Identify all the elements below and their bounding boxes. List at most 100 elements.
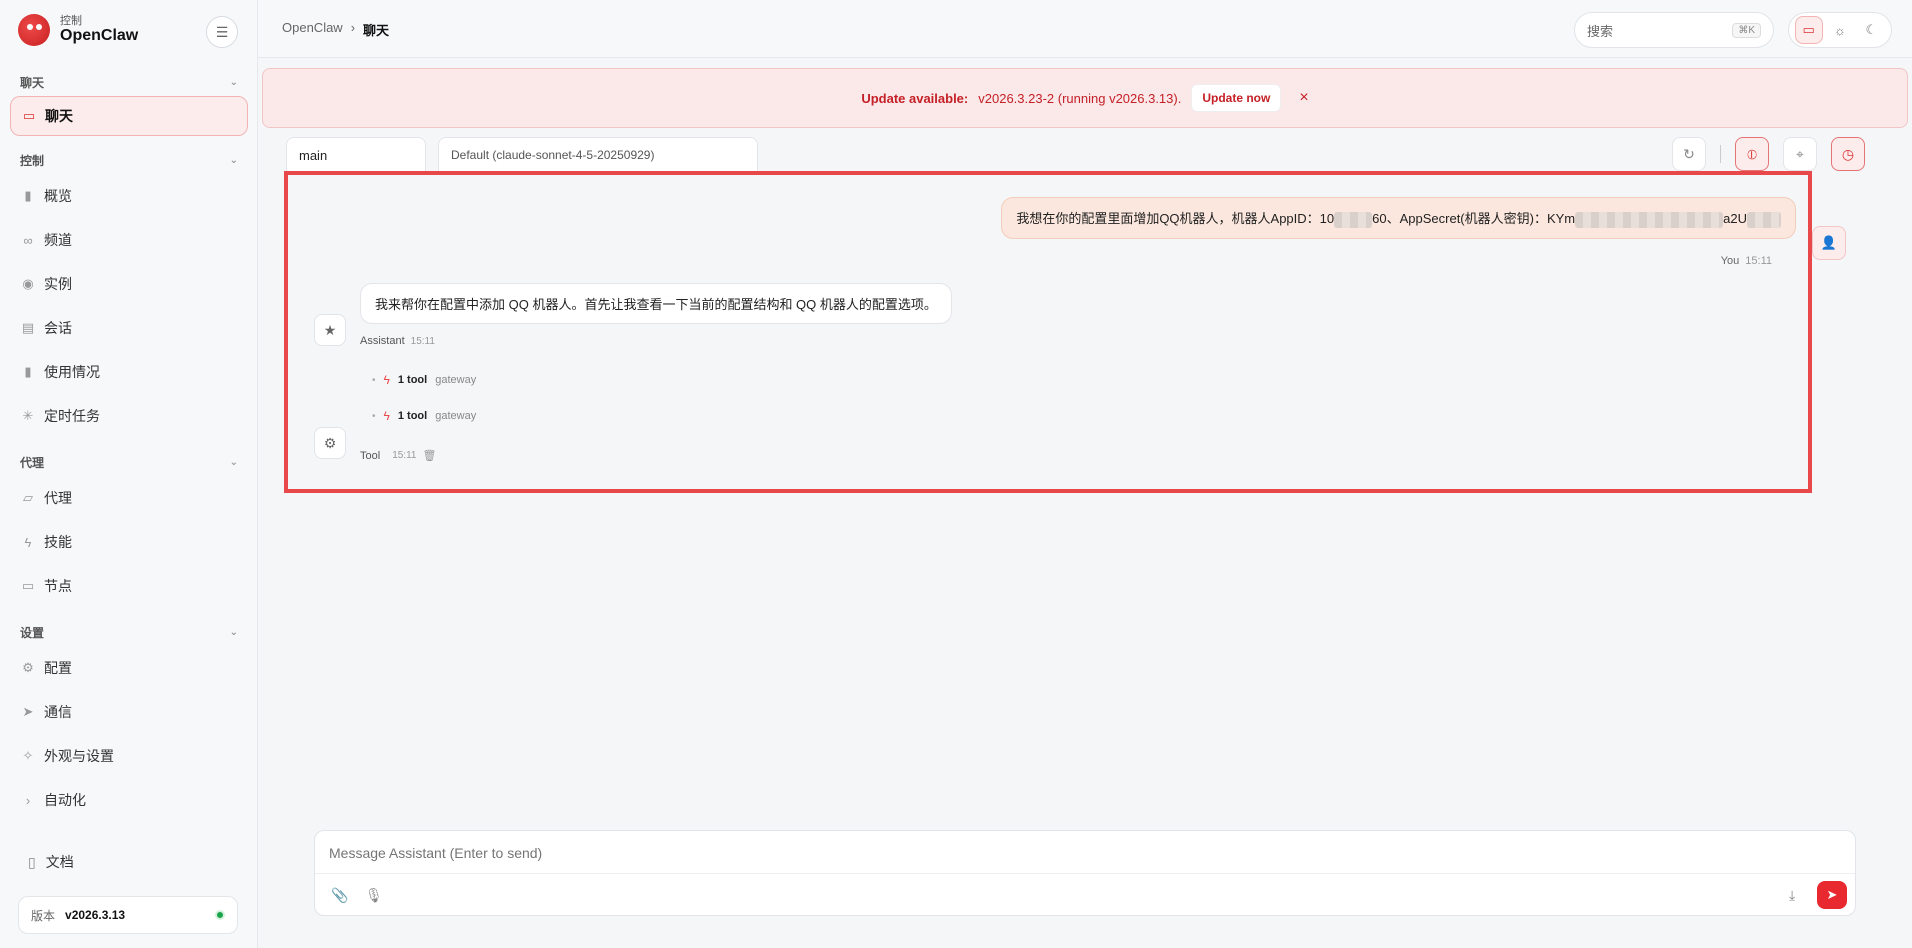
sidebar-item-instances[interactable]: ◉ 实例 [10, 262, 248, 306]
radio-icon: ◉ [22, 276, 34, 291]
history-button[interactable]: ◷ [1831, 137, 1865, 171]
assistant-message: 我来帮你在配置中添加 QQ 机器人。首先让我查看一下当前的配置结构和 QQ 机器… [360, 283, 952, 324]
message-author: Tool [360, 449, 381, 462]
link-icon: ∞ [23, 232, 33, 248]
openclaw-logo [18, 14, 50, 46]
tool-name: gateway [435, 410, 477, 422]
sidebar-item-label: 实例 [44, 276, 72, 292]
sidebar-item-channels[interactable]: ∞ 频道 [10, 218, 248, 262]
docs-link[interactable]: ▯ 文档 [28, 852, 74, 872]
sidebar-item-automation[interactable]: › 自动化 [10, 778, 248, 822]
bar-chart-icon: ▮ [24, 188, 32, 203]
brand[interactable]: 控制 OpenClaw [18, 14, 138, 46]
loader-icon: ✳ [22, 408, 34, 423]
folder-icon: ▱ [23, 490, 33, 505]
download-icon[interactable]: ⤓ [1789, 887, 1795, 904]
user-message-text: 60、AppSecret(机器人密钥)：KYm [1372, 211, 1576, 226]
section-title: 控制 [20, 153, 45, 168]
chevron-down-icon: ⌄ [229, 76, 238, 88]
sun-icon[interactable]: ☼ [1826, 16, 1854, 44]
sidebar-item-label: 节点 [44, 578, 72, 594]
chat-toolbar: ↻ ⦶ ⌖ ◷ [1672, 137, 1865, 171]
assistant-message-meta: Assistant 15:11 [360, 335, 435, 347]
menu-toggle-button[interactable]: ☰ [206, 16, 238, 48]
model-select[interactable]: Default (claude-sonnet-4-5-20250929) [438, 137, 758, 171]
breadcrumb: OpenClaw › 聊天 [282, 20, 389, 39]
message-time: 15:11 [392, 450, 417, 461]
section-chat[interactable]: 聊天 ⌄ [10, 68, 248, 96]
close-icon[interactable]: × [1299, 89, 1308, 107]
update-now-button[interactable]: Update now [1191, 84, 1282, 112]
user-message-text: a2U [1723, 211, 1747, 226]
scan-icon: ⌖ [1796, 145, 1804, 162]
brand-name: OpenClaw [60, 27, 139, 44]
message-input[interactable] [329, 845, 1829, 861]
sidebar-item-appearance[interactable]: ✧ 外观与设置 [10, 734, 248, 778]
hamburger-icon: ☰ [215, 23, 229, 40]
focus-button[interactable]: ⌖ [1783, 137, 1817, 171]
sidebar-item-comms[interactable]: ➤ 通信 [10, 690, 248, 734]
send-button[interactable]: ➤ [1817, 881, 1847, 909]
breadcrumb-separator: › [350, 20, 356, 35]
user-message-text: 我想在你的配置里面增加QQ机器人，机器人AppID：10 [1016, 211, 1335, 226]
refresh-button[interactable]: ↻ [1672, 137, 1706, 171]
section-agents[interactable]: 代理 ⌄ [10, 448, 248, 476]
sidebar-item-label: 聊天 [45, 108, 73, 124]
user-message: 我想在你的配置里面增加QQ机器人，机器人AppID：10 60、AppSecret… [1001, 197, 1796, 239]
sidebar-item-label: 配置 [44, 660, 72, 676]
sidebar-item-overview[interactable]: ▮ 概览 [10, 174, 248, 218]
sidebar-item-label: 概览 [44, 188, 72, 204]
sidebar-item-label: 会话 [44, 320, 72, 336]
chevron-down-icon: ⌄ [229, 456, 238, 468]
divider [315, 873, 1855, 874]
thinking-toggle-button[interactable]: ⦶ [1735, 137, 1769, 171]
breadcrumb-root[interactable]: OpenClaw [282, 20, 343, 39]
redacted-block [1575, 211, 1724, 228]
assistant-avatar: ★ [314, 314, 346, 346]
version-card: 版本 v2026.3.13 [18, 896, 238, 934]
bullet-icon: • [372, 410, 376, 422]
tool-avatar: ⚙ [314, 427, 346, 459]
sidebar-item-skills[interactable]: ϟ 技能 [10, 520, 248, 564]
sidebar-item-agents[interactable]: ▱ 代理 [10, 476, 248, 520]
section-title: 设置 [20, 625, 45, 640]
tool-call-row[interactable]: • ϟ 1 tool gateway [372, 409, 476, 423]
theme-switcher: ▭ ☼ ☾ [1788, 12, 1892, 48]
section-control[interactable]: 控制 ⌄ [10, 146, 248, 174]
sidebar-item-label: 使用情况 [44, 364, 100, 380]
sidebar-item-chat[interactable]: ▭ 聊天 [10, 96, 248, 136]
sidebar-item-nodes[interactable]: ▭ 节点 [10, 564, 248, 608]
sidebar-item-config[interactable]: ⚙ 配置 [10, 646, 248, 690]
sidebar-nav: 聊天 ⌄ ▭ 聊天 控制 ⌄ ▮ 概览 ∞ 频道 ◉ 实例 ▤ 会话 ▮ 使用情况 ✳ 定时任务 … [10, 68, 248, 828]
search-shortcut: ⌘K [1732, 22, 1761, 38]
docs-label: 文档 [45, 854, 74, 870]
status-dot [215, 910, 225, 920]
session-tab[interactable]: main [286, 137, 426, 171]
monitor-icon[interactable]: ▭ [1794, 16, 1823, 44]
tool-name: gateway [435, 374, 477, 386]
section-settings[interactable]: 设置 ⌄ [10, 618, 248, 646]
bar-chart-icon: ▮ [24, 364, 32, 379]
send-icon: ➤ [22, 704, 34, 719]
sidebar-item-usage[interactable]: ▮ 使用情况 [10, 350, 248, 394]
tool-call-row[interactable]: • ϟ 1 tool gateway [372, 373, 476, 387]
chat-transcript: 我想在你的配置里面增加QQ机器人，机器人AppID：10 60、AppSecret… [284, 171, 1812, 493]
bolt-icon: ϟ [383, 373, 390, 387]
search-input[interactable]: 搜索 ⌘K [1574, 12, 1774, 48]
moon-icon[interactable]: ☾ [1857, 16, 1885, 44]
sidebar-item-label: 频道 [44, 232, 72, 248]
message-composer: 📎 🎙 ⤓ ➤ [314, 830, 1856, 916]
redacted-block [1334, 211, 1373, 228]
sidebar-item-label: 技能 [44, 534, 72, 550]
gear-icon: ⚙ [22, 660, 34, 675]
message-time: 15:11 [410, 336, 435, 347]
divider [1720, 145, 1721, 163]
sidebar: 控制 OpenClaw ☰ 聊天 ⌄ ▭ 聊天 控制 ⌄ ▮ 概览 ∞ 频道 ◉ 实例 ▤ 会… [0, 0, 258, 948]
microphone-icon[interactable]: 🎙 [365, 887, 383, 904]
paperclip-icon[interactable]: 📎 [331, 887, 348, 904]
trash-icon[interactable]: 🗑 [422, 449, 436, 462]
sidebar-item-cron[interactable]: ✳ 定时任务 [10, 394, 248, 438]
tool-count: 1 tool [397, 374, 428, 386]
sidebar-item-sessions[interactable]: ▤ 会话 [10, 306, 248, 350]
send-icon: ➤ [1826, 887, 1838, 902]
